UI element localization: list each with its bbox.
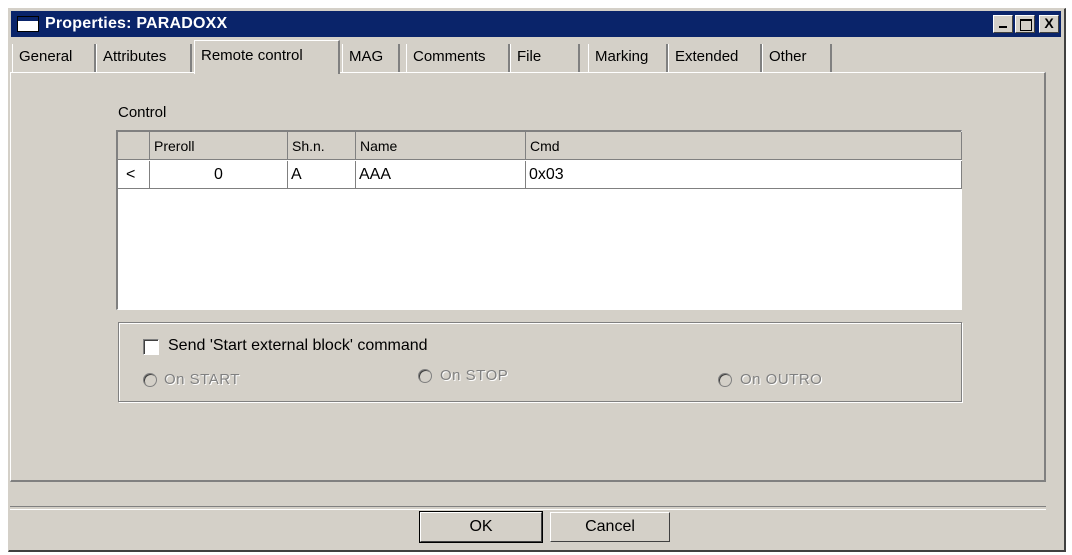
column-header-cmd[interactable]: Cmd [526, 132, 962, 160]
radio-on-start[interactable] [143, 373, 157, 387]
minimize-button[interactable] [993, 15, 1013, 33]
maximize-button[interactable] [1015, 15, 1035, 33]
ok-button[interactable]: OK [419, 511, 543, 543]
control-grid[interactable]: Preroll Sh.n. Name Cmd < 0 A AAA 0x03 [116, 130, 962, 310]
control-group-label: Control [118, 104, 167, 121]
tab-comments[interactable]: Comments [406, 44, 510, 72]
row-indicator[interactable]: < [118, 161, 150, 189]
radio-on-start-label: On START [164, 371, 240, 388]
external-block-group [118, 322, 962, 402]
tab-mag[interactable]: MAG [342, 44, 400, 72]
column-header-shn[interactable]: Sh.n. [288, 132, 356, 160]
tab-extended[interactable]: Extended [668, 44, 762, 72]
radio-on-outro-label: On OUTRO [740, 371, 823, 388]
close-button[interactable]: X [1039, 15, 1059, 33]
radio-on-outro[interactable] [718, 373, 732, 387]
radio-on-stop[interactable] [418, 369, 432, 383]
tab-remote-control[interactable]: Remote control [194, 40, 340, 74]
cancel-button[interactable]: Cancel [550, 512, 670, 542]
radio-on-stop-label: On STOP [440, 367, 509, 384]
grid-header: Preroll Sh.n. Name Cmd [118, 132, 962, 160]
tab-file[interactable]: File [510, 44, 580, 72]
tab-general[interactable]: General [12, 44, 96, 72]
cell-shn[interactable]: A [288, 161, 356, 189]
button-divider [10, 506, 1046, 510]
cell-name[interactable]: AAA [356, 161, 526, 189]
window-title: Properties: PARADOXX [45, 15, 228, 32]
tab-attributes[interactable]: Attributes [96, 44, 192, 72]
cell-cmd[interactable]: 0x03 [526, 161, 962, 189]
grid-corner-cell [118, 132, 150, 160]
tab-other[interactable]: Other [762, 44, 832, 72]
minimize-icon [999, 26, 1007, 28]
tab-marking[interactable]: Marking [588, 44, 668, 72]
maximize-icon [1020, 19, 1032, 31]
column-header-name[interactable]: Name [356, 132, 526, 160]
window-app-icon [17, 16, 39, 32]
title-bar[interactable]: Properties: PARADOXX X [11, 11, 1061, 37]
cell-preroll[interactable]: 0 [150, 161, 288, 189]
column-header-preroll[interactable]: Preroll [150, 132, 288, 160]
close-icon: X [1044, 15, 1054, 31]
start-external-block-checkbox[interactable] [143, 339, 159, 355]
start-external-block-label[interactable]: Send 'Start external block' command [168, 337, 428, 355]
